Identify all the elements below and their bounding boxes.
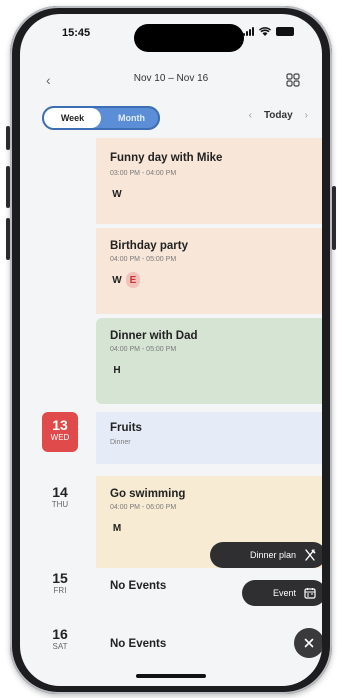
day-weekday: SAT <box>52 642 68 651</box>
status-icons <box>243 27 294 36</box>
event-title: Fruits <box>110 422 142 434</box>
event-tags: W <box>110 186 124 202</box>
event-title: Dinner with Dad <box>110 330 198 342</box>
dinner-plan-button[interactable]: Dinner plan <box>210 542 322 568</box>
event-tags: H <box>110 362 124 378</box>
dinner-plan-label: Dinner plan <box>249 550 296 560</box>
screen: 15:45 ‹ Nov 10 – Nov 16 Week Month ‹ Tod… <box>20 14 322 686</box>
event-title: Funny day with Mike <box>110 152 223 164</box>
event-card[interactable]: Fruits Dinner <box>96 412 322 464</box>
event-time: 04:00 PM - 06:00 PM <box>110 504 177 511</box>
event-tag: W <box>112 274 122 286</box>
day-label-15[interactable]: 15 FRI <box>42 570 78 596</box>
status-bar: 15:45 <box>20 14 322 54</box>
volume-up-button <box>6 166 10 208</box>
power-button <box>332 186 336 250</box>
event-tag: M <box>112 522 122 534</box>
no-events-label: No Events <box>110 638 167 650</box>
utensils-icon <box>305 549 316 561</box>
event-button[interactable]: Event <box>242 580 322 606</box>
battery-icon <box>276 27 294 36</box>
grid-icon[interactable] <box>286 73 300 87</box>
home-indicator <box>136 674 206 678</box>
event-tag: H <box>113 364 121 376</box>
volume-down-button <box>6 218 10 260</box>
event-tag: W <box>112 188 122 200</box>
event-time: Dinner <box>110 439 131 446</box>
close-icon <box>304 638 314 648</box>
event-time: 03:00 PM - 04:00 PM <box>110 170 177 177</box>
view-controls: Week Month ‹ Today › <box>20 106 322 132</box>
day-weekday: THU <box>51 500 69 509</box>
mute-switch <box>6 126 10 150</box>
date-range-title: Nov 10 – Nov 16 <box>133 73 209 84</box>
day-weekday: FRI <box>53 586 67 595</box>
calendar-icon <box>304 588 316 599</box>
day-number: 14 <box>52 484 68 500</box>
event-tags: W E <box>110 272 140 288</box>
event-time: 04:00 PM - 05:00 PM <box>110 256 177 263</box>
chevron-left-icon[interactable]: ‹ <box>249 110 252 121</box>
day-number: 13 <box>52 417 68 433</box>
header: ‹ Nov 10 – Nov 16 <box>20 68 322 92</box>
day-label-16[interactable]: 16 SAT <box>42 626 78 652</box>
signal-icon <box>243 27 254 36</box>
event-label: Event <box>272 588 296 598</box>
day-number: 16 <box>52 626 68 642</box>
dynamic-island <box>134 24 244 52</box>
today-button[interactable]: Today <box>264 110 293 121</box>
event-tag: E <box>126 272 140 288</box>
date-navigation: ‹ Today › <box>249 110 308 121</box>
tab-week[interactable]: Week <box>44 108 101 128</box>
event-card[interactable]: Dinner with Dad 04:00 PM - 05:00 PM H <box>96 318 322 404</box>
tab-month[interactable]: Month <box>103 106 160 130</box>
event-tags: M <box>110 520 124 536</box>
wifi-icon <box>259 27 271 36</box>
event-card[interactable]: Birthday party 04:00 PM - 05:00 PM W E <box>96 228 322 314</box>
day-label-14[interactable]: 14 THU <box>42 484 78 510</box>
day-label-13[interactable]: 13 WED <box>42 412 78 452</box>
chevron-right-icon[interactable]: › <box>305 110 308 121</box>
status-time: 15:45 <box>62 27 91 39</box>
event-time: 04:00 PM - 05:00 PM <box>110 346 177 353</box>
day-number: 15 <box>52 570 68 586</box>
close-fab-button[interactable] <box>294 628 322 658</box>
day-weekday: WED <box>50 433 70 442</box>
event-card[interactable]: Funny day with Mike 03:00 PM - 04:00 PM … <box>96 138 322 224</box>
event-title: Go swimming <box>110 488 186 500</box>
view-toggle: Week Month <box>42 106 160 130</box>
event-title: Birthday party <box>110 240 188 252</box>
no-events-label: No Events <box>110 580 167 592</box>
